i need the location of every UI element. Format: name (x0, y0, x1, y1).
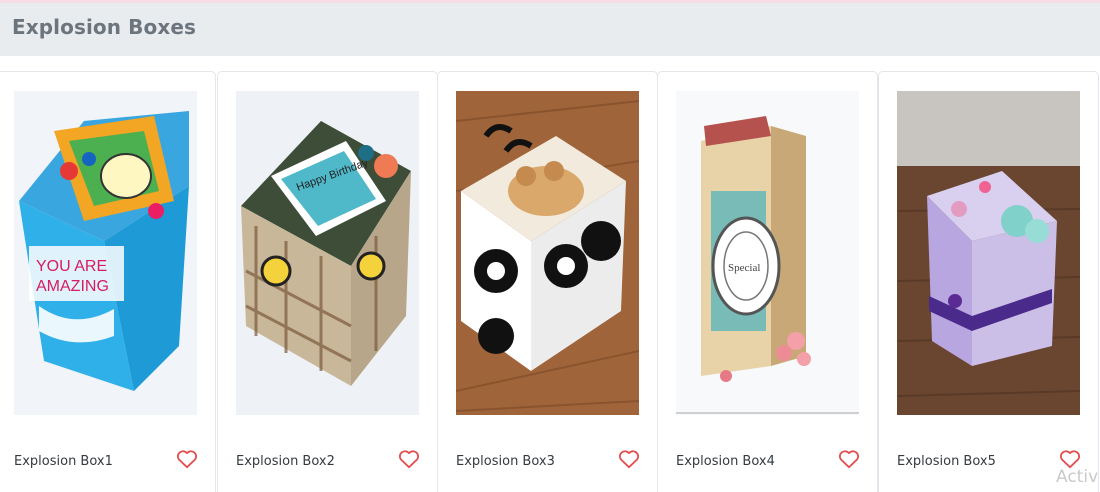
heart-outline-icon[interactable] (1059, 449, 1081, 469)
heart-outline-icon[interactable] (838, 449, 860, 469)
product-card[interactable]: Happy Birthday Explosion Box2 (217, 71, 438, 492)
page-header: Explosion Boxes (0, 3, 1100, 56)
heart-outline-icon[interactable] (176, 449, 198, 469)
product-card[interactable]: YOU ARE AMAZING Explosion Box1 (0, 71, 216, 492)
svg-text:Special: Special (728, 262, 760, 274)
page-title: Explosion Boxes (12, 15, 197, 39)
product-card[interactable]: Special Explosion Box4 (657, 71, 878, 492)
product-name[interactable]: Explosion Box3 (456, 454, 555, 469)
product-card[interactable]: Explosion Box3 (437, 71, 658, 492)
product-name[interactable]: Explosion Box1 (14, 454, 113, 469)
product-image[interactable]: Happy Birthday (236, 91, 419, 415)
product-image[interactable] (456, 91, 639, 415)
product-name[interactable]: Explosion Box5 (897, 454, 996, 469)
product-grid: YOU ARE AMAZING Explosion Box1 Happy Bir… (0, 56, 1100, 492)
product-name[interactable]: Explosion Box4 (676, 454, 775, 469)
product-image[interactable]: YOU ARE AMAZING (14, 91, 197, 415)
heart-outline-icon[interactable] (618, 449, 640, 469)
product-name[interactable]: Explosion Box2 (236, 454, 335, 469)
svg-text:AMAZING: AMAZING (36, 278, 109, 295)
svg-text:YOU ARE: YOU ARE (36, 258, 107, 275)
product-image[interactable]: Special (676, 91, 859, 415)
heart-outline-icon[interactable] (398, 449, 420, 469)
activate-windows-watermark: Activ (1056, 467, 1099, 487)
product-image[interactable] (897, 91, 1080, 415)
product-card[interactable]: Explosion Box5 (878, 71, 1099, 492)
